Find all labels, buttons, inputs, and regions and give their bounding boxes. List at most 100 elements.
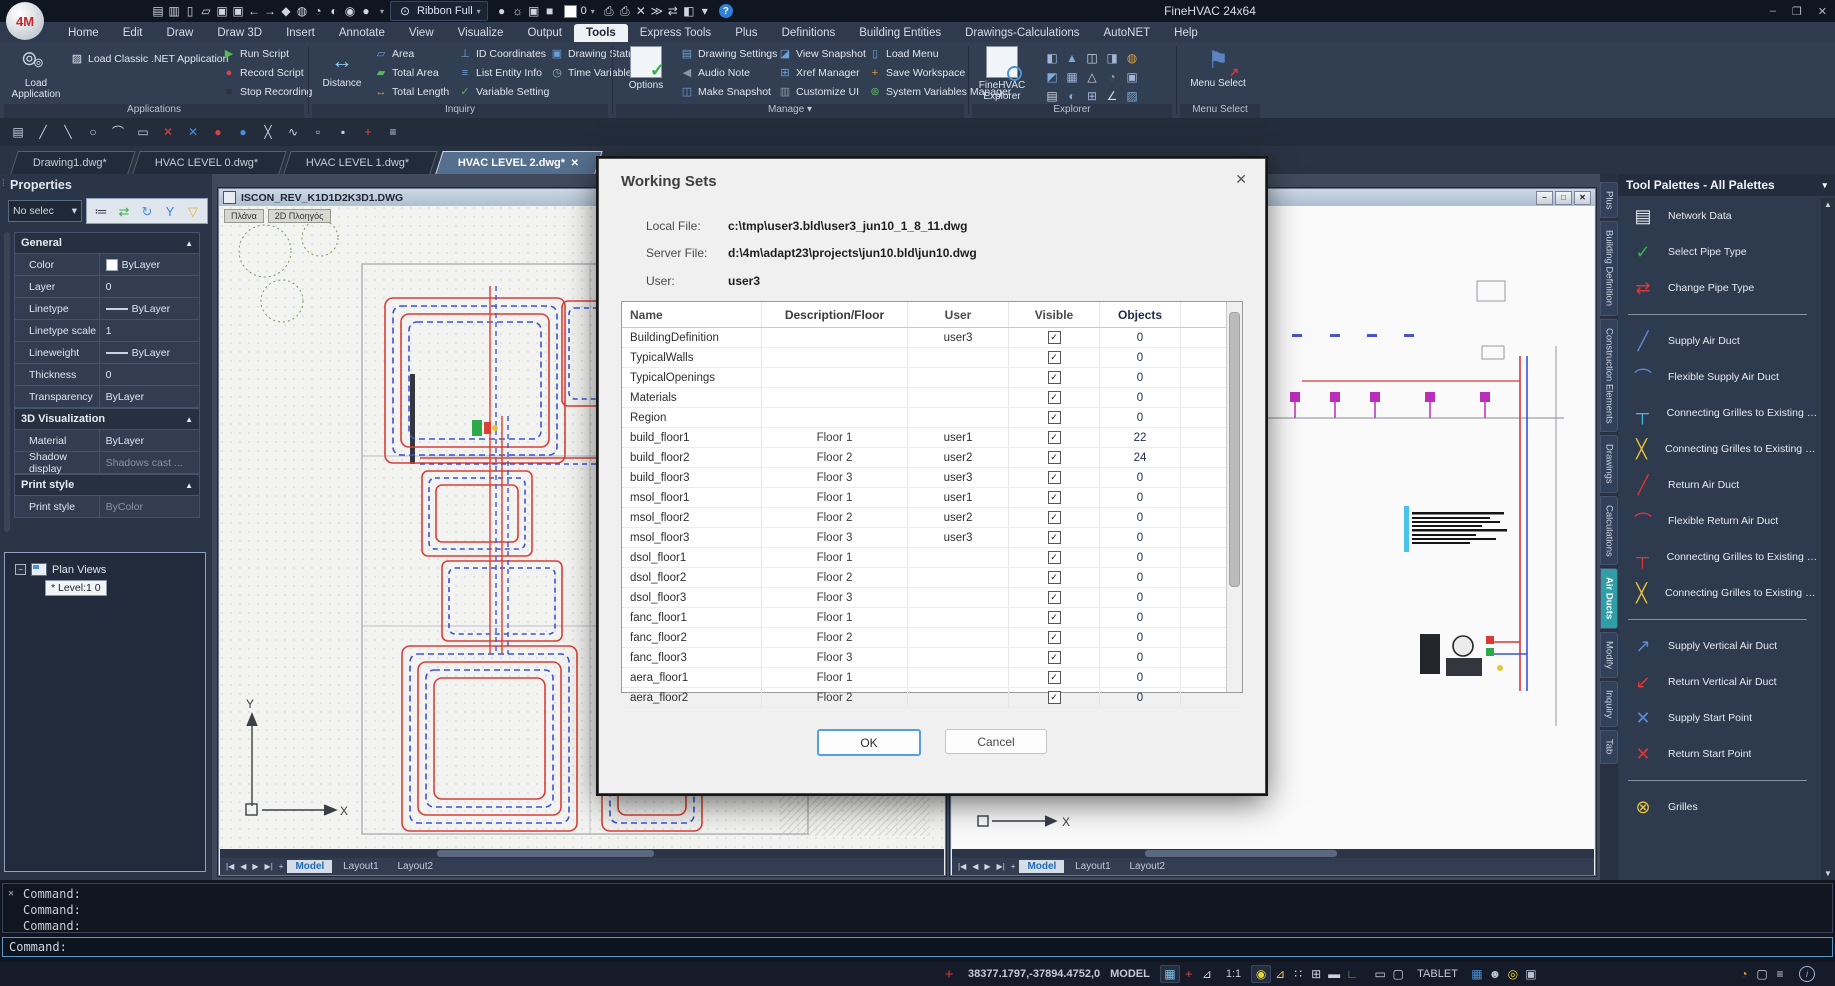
restore-button[interactable]: ❐ xyxy=(1792,5,1802,18)
table-row[interactable]: build_floor2 Floor 2 user2 24 xyxy=(622,448,1242,468)
prev-layout-button[interactable]: ◀ xyxy=(970,862,980,871)
ribbon-command[interactable]: ⊞ Xref Manager xyxy=(778,64,866,82)
object-snap-tracking-icon[interactable]: + xyxy=(1180,966,1198,982)
visible-checkbox[interactable] xyxy=(1048,411,1061,424)
ribbon-command[interactable]: ⊥ ID Coordinates xyxy=(458,45,549,63)
visible-checkbox[interactable] xyxy=(1048,591,1061,604)
user-icon[interactable]: ☻ xyxy=(1486,966,1504,982)
render-sphere-icon[interactable]: ● xyxy=(358,3,374,19)
cube-icon[interactable]: ◧ xyxy=(681,3,697,19)
column-name[interactable]: Name xyxy=(622,302,762,327)
rectangle-tool-icon[interactable]: ▭ xyxy=(135,124,151,140)
explorer-tool-icon[interactable]: ⊞ xyxy=(1082,86,1102,105)
next-layout-button[interactable]: ▶ xyxy=(250,862,260,871)
new-sheet-icon[interactable]: ▤ xyxy=(10,124,26,140)
visible-checkbox[interactable] xyxy=(1048,451,1061,464)
annotation-scale[interactable]: 1:1 xyxy=(1226,968,1241,980)
ribbon-mode-dropdown[interactable]: ⊙ Ribbon Full ▾ xyxy=(390,1,488,21)
open-folder-icon[interactable]: ▱ xyxy=(198,3,214,19)
plan-views-node[interactable]: − Plan Views xyxy=(15,563,205,576)
dialog-close-icon[interactable]: ✕ xyxy=(1235,171,1247,188)
ribbon-command[interactable]: ■ Stop Recording xyxy=(222,83,312,101)
table-row[interactable]: TypicalOpenings 0 xyxy=(622,368,1242,388)
palette-tool[interactable]: ↗ Supply Vertical Air Duct xyxy=(1618,628,1821,664)
property-row[interactable]: TransparencyByLayer xyxy=(14,386,200,408)
undo-caret-icon[interactable]: ▾ xyxy=(380,7,384,16)
isodraft-icon[interactable]: ⊿ xyxy=(1198,966,1216,982)
hardware-acceleration-icon[interactable]: ▣ xyxy=(1522,966,1540,982)
erase-blue-icon[interactable]: ✕ xyxy=(185,124,201,140)
lamp-icon[interactable]: ● xyxy=(494,3,510,19)
plan-chip[interactable]: Πλάνα xyxy=(224,209,264,223)
save-icon[interactable]: ▣ xyxy=(214,3,230,19)
explorer-tool-icon[interactable]: ∠ xyxy=(1102,86,1122,105)
level-node[interactable]: * Level:1 0 xyxy=(45,580,107,596)
property-row[interactable]: Shadow displayShadows cast ... xyxy=(14,452,200,474)
plot-icon[interactable]: ⎙ xyxy=(601,3,617,19)
table-row[interactable]: dsol_floor1 Floor 1 0 xyxy=(622,548,1242,568)
table-row[interactable]: dsol_floor3 Floor 3 0 xyxy=(622,588,1242,608)
ribbon-command[interactable]: ▤ Drawing Settings xyxy=(680,45,777,63)
window-minimize-button[interactable]: – xyxy=(1536,191,1553,205)
section-header[interactable]: 3D Visualization▲ xyxy=(14,408,200,430)
palette-tool[interactable]: ▤ Network Data xyxy=(1618,198,1821,234)
next-layout-button[interactable]: ▶ xyxy=(982,862,992,871)
scroll-up-icon[interactable]: ▲ xyxy=(1824,200,1832,209)
palette-tool[interactable]: ✕ Supply Start Point xyxy=(1618,700,1821,736)
table-row[interactable]: Region 0 xyxy=(622,408,1242,428)
command-history[interactable]: ✕ Command:Command:Command: xyxy=(2,883,1833,933)
navigator-chip[interactable]: 2D Πλοηγός xyxy=(268,209,331,223)
palette-tool[interactable]: ╱ Return Air Duct xyxy=(1618,467,1821,503)
point-red-icon[interactable]: ● xyxy=(210,124,226,140)
finehvac-explorer-button[interactable]: FineHVACExplorer xyxy=(974,44,1030,104)
palette-grip[interactable]: ⁞ xyxy=(2,178,5,189)
palette-group-tab[interactable]: Building Definition xyxy=(1600,221,1618,315)
layout-tab[interactable]: Layout2 xyxy=(390,860,442,873)
layout-tab[interactable]: Layout1 xyxy=(335,860,387,873)
explorer-tool-icon[interactable]: ◧ xyxy=(1042,48,1062,67)
ribbon-command[interactable]: ◀ Audio Note xyxy=(680,64,777,82)
ribbon-command[interactable]: ▰ Total Area xyxy=(374,64,449,82)
save-as-icon[interactable]: ▣ xyxy=(230,3,246,19)
palette-tool[interactable]: ✕ Return Start Point xyxy=(1618,736,1821,772)
performance-icon[interactable]: ◔ xyxy=(1735,966,1753,982)
property-row[interactable]: Layer0 xyxy=(14,276,200,298)
ribbon-command[interactable]: ● Record Script xyxy=(222,64,312,82)
prev-layout-button[interactable]: ◀ xyxy=(238,862,248,871)
ucs-icon[interactable]: ∟ xyxy=(1343,966,1361,982)
explorer-tool-icon[interactable]: ◩ xyxy=(1042,67,1062,86)
column-user[interactable]: User xyxy=(908,302,1009,327)
collapse-icon[interactable]: ▲ xyxy=(185,239,193,248)
ribbon-tab[interactable]: AutoNET xyxy=(1092,24,1163,42)
erase-red-icon[interactable]: ✕ xyxy=(160,124,176,140)
collapse-node-icon[interactable]: − xyxy=(15,564,26,575)
lineweight-icon[interactable]: ▬ xyxy=(1325,966,1343,982)
visible-checkbox[interactable] xyxy=(1048,611,1061,624)
column-objects[interactable]: Objects xyxy=(1100,302,1181,327)
explorer-tool-icon[interactable]: ▨ xyxy=(1122,86,1142,105)
column-visible[interactable]: Visible xyxy=(1009,302,1100,327)
spline-tool-icon[interactable]: ∿ xyxy=(285,124,301,140)
group-label-manage[interactable]: Manage ▾ xyxy=(616,104,964,118)
explorer-tool-icon[interactable]: ▦ xyxy=(1062,67,1082,86)
layout-tab[interactable]: Layout2 xyxy=(1122,860,1174,873)
bld-new-icon[interactable]: ▤ xyxy=(150,3,166,19)
ribbon-command[interactable]: ↔ Total Length xyxy=(374,83,449,101)
ribbon-tab[interactable]: Tools xyxy=(574,24,628,42)
working-sets-table[interactable]: Name Description/Floor User Visible Obje… xyxy=(621,301,1243,693)
explorer-tool-icon[interactable]: ◫ xyxy=(1082,48,1102,67)
node-filled-icon[interactable]: ▪ xyxy=(335,124,351,140)
pan-sphere-icon[interactable]: ◔ xyxy=(310,3,326,19)
circle-tool-icon[interactable]: ○ xyxy=(85,124,101,140)
ribbon-command[interactable]: ▱ Area xyxy=(374,45,449,63)
ribbon-tab[interactable]: Express Tools xyxy=(628,24,723,42)
cross-tool-icon[interactable]: ╳ xyxy=(260,124,276,140)
monitor-icon[interactable]: ▢ xyxy=(1389,966,1407,982)
menu-select-button[interactable]: ⚑ Menu Select xyxy=(1190,44,1246,104)
sun-gear-icon[interactable]: ☼ xyxy=(510,3,526,19)
last-layout-button[interactable]: ▶| xyxy=(995,862,1007,871)
ribbon-command[interactable]: ▥ Customize UI xyxy=(778,83,866,101)
cancel-button[interactable]: Cancel xyxy=(945,729,1047,754)
add-red-icon[interactable]: + xyxy=(360,124,376,140)
palette-group-tab[interactable]: Plus xyxy=(1600,182,1618,218)
